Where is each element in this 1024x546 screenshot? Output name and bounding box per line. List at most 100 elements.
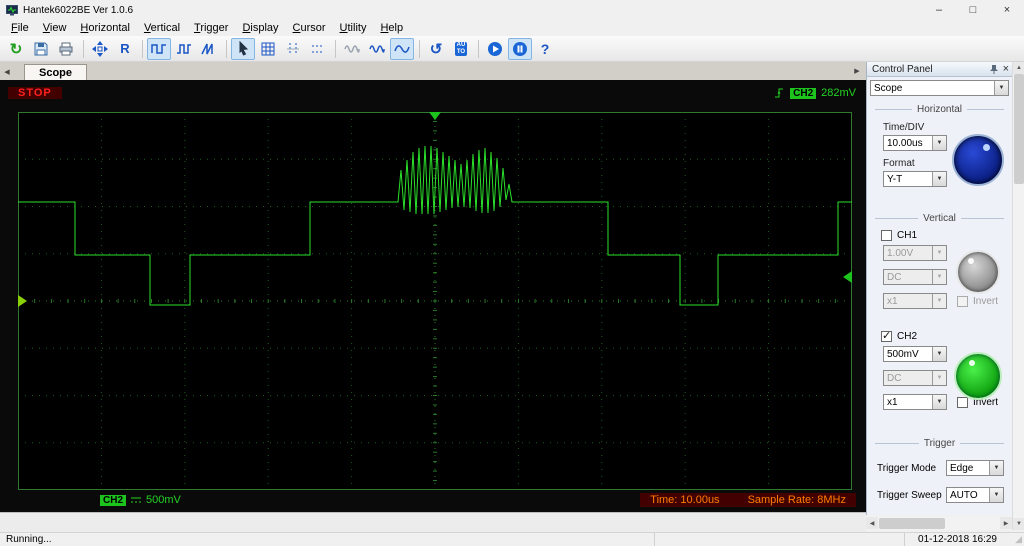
status-text: Running... <box>6 534 52 545</box>
ch2-probe-select[interactable]: x1 <box>883 394 947 410</box>
trigger-level-value: 282mV <box>821 87 856 99</box>
save-icon[interactable] <box>29 38 53 60</box>
scroll-left-icon[interactable]: ◀ <box>866 517 878 529</box>
panel-horizontal-scrollbar[interactable]: ◀ ▶ <box>866 516 1012 530</box>
trigger-sweep-select[interactable]: AUTO <box>946 487 1004 503</box>
ch2-coupling-select[interactable]: DC <box>883 370 947 386</box>
auto-setup-icon[interactable]: AUTO <box>449 38 473 60</box>
scroll-down-icon[interactable]: ▼ <box>1013 518 1024 530</box>
ch2-label: CH2 <box>897 331 918 342</box>
ramp-wave-icon[interactable] <box>197 38 221 60</box>
tab-scroll-left-icon[interactable]: ◀ <box>0 64 14 80</box>
undo-icon[interactable]: ↺ <box>424 38 448 60</box>
scope-header: STOP CH2 282mV <box>8 85 856 101</box>
maximize-button[interactable]: □ <box>956 0 990 20</box>
menu-display[interactable]: Display <box>235 21 285 35</box>
scroll-right-icon[interactable]: ▶ <box>1000 517 1012 529</box>
menu-help[interactable]: Help <box>373 21 410 35</box>
pulse-wave-icon[interactable] <box>172 38 196 60</box>
ch2-enable-checkbox[interactable] <box>881 329 892 342</box>
format-select[interactable]: Y-T <box>883 171 947 187</box>
toolbar-separator <box>419 39 420 58</box>
channel-volts-per-div: 500mV <box>146 494 181 506</box>
window-title: Hantek6022BE Ver 1.0.6 <box>23 4 134 16</box>
sine-wave-alt-icon[interactable] <box>390 37 414 60</box>
status-cell <box>654 533 904 546</box>
menu-horizontal[interactable]: Horizontal <box>73 21 137 35</box>
panel-mode-select[interactable]: Scope <box>870 80 1009 96</box>
scope-display-area: STOP CH2 282mV CH2 500mV Time: 10.00us S… <box>0 80 866 512</box>
sample-rate: Sample Rate: 8MHz <box>747 494 846 506</box>
cursor-arrow-icon[interactable] <box>231 37 255 60</box>
ch2-volts-select[interactable]: 500mV <box>883 346 947 362</box>
horizontal-section-title: Horizontal <box>875 104 1004 115</box>
pin-icon[interactable] <box>989 64 999 75</box>
ch2-invert-checkbox[interactable] <box>957 396 968 408</box>
menu-view[interactable]: View <box>36 21 74 35</box>
ch1-coupling-select[interactable]: DC <box>883 269 947 285</box>
square-wave-icon[interactable] <box>147 37 171 60</box>
menu-utility[interactable]: Utility <box>333 21 374 35</box>
channel-badge: CH2 <box>100 494 127 506</box>
ch2-position-knob[interactable] <box>954 352 1002 400</box>
app-window: Hantek6022BE Ver 1.0.6 – □ × File View H… <box>0 0 1024 546</box>
fit-screen-icon[interactable] <box>88 38 112 60</box>
trigger-mode-label: Trigger Mode <box>877 462 937 474</box>
dropdown-arrow-icon <box>932 395 946 409</box>
minimize-button[interactable]: – <box>922 0 956 20</box>
ch1-enable-checkbox[interactable] <box>881 230 892 241</box>
trigger-channel-badge: CH2 <box>790 87 817 99</box>
dropdown-arrow-icon <box>989 488 1003 502</box>
trigger-section-title: Trigger <box>875 438 1004 449</box>
ch1-probe-select[interactable]: x1 <box>883 293 947 309</box>
dropdown-arrow-icon <box>994 81 1008 95</box>
menu-file[interactable]: File <box>4 21 36 35</box>
vertical-cursors-icon[interactable] <box>281 38 305 60</box>
print-icon[interactable] <box>54 38 78 60</box>
menu-vertical[interactable]: Vertical <box>137 21 187 35</box>
horizontal-knob[interactable] <box>952 134 1004 186</box>
wave-dim-icon[interactable] <box>340 38 364 60</box>
dropdown-arrow-icon <box>989 461 1003 475</box>
pause-icon[interactable] <box>508 37 532 60</box>
grid-icon[interactable] <box>256 38 280 60</box>
time-div-select[interactable]: 10.00us <box>883 135 947 151</box>
reference-wave-icon[interactable]: R <box>113 38 137 60</box>
panel-vertical-scrollbar[interactable]: ▲ ▼ <box>1012 62 1024 530</box>
scroll-up-icon[interactable]: ▲ <box>1013 62 1024 74</box>
ch1-position-knob[interactable] <box>956 250 1000 294</box>
vertical-scroll-thumb[interactable] <box>1014 74 1024 184</box>
control-panel-title: Control Panel <box>872 63 933 75</box>
scope-screen[interactable] <box>18 112 852 490</box>
ch1-volts-select[interactable]: 1.00V <box>883 245 947 261</box>
ch1-invert-checkbox[interactable] <box>957 295 968 307</box>
status-datetime: 01-12-2018 16:29 <box>904 533 1010 546</box>
toolbar-separator <box>226 39 227 58</box>
waveform-plot[interactable] <box>18 112 852 490</box>
toolbar-separator <box>142 39 143 58</box>
horizontal-scroll-thumb[interactable] <box>879 517 945 529</box>
menu-cursor[interactable]: Cursor <box>286 21 333 35</box>
tab-scope[interactable]: Scope <box>24 64 88 80</box>
dropdown-arrow-icon <box>932 371 946 385</box>
run-play-icon[interactable] <box>483 38 507 60</box>
trigger-sweep-label: Trigger Sweep <box>877 489 942 501</box>
dropdown-arrow-icon <box>932 270 946 284</box>
dropdown-arrow-icon <box>932 172 946 186</box>
menu-trigger[interactable]: Trigger <box>187 21 235 35</box>
acquire-refresh-icon[interactable]: ↻ <box>4 38 28 60</box>
app-icon <box>6 4 18 16</box>
toolbar-separator <box>478 39 479 58</box>
scope-footer: CH2 500mV Time: 10.00us Sample Rate: 8MH… <box>18 492 856 508</box>
tab-scroll-right-icon[interactable]: ▶ <box>850 63 864 79</box>
horizontal-cursors-icon[interactable] <box>306 38 330 60</box>
help-icon[interactable]: ? <box>533 38 557 60</box>
dropdown-arrow-icon <box>932 347 946 361</box>
trigger-mode-select[interactable]: Edge <box>946 460 1004 476</box>
panel-close-icon[interactable]: × <box>1003 63 1009 75</box>
dc-coupling-icon <box>131 497 142 503</box>
sine-wave-icon[interactable] <box>365 38 389 60</box>
toolbar-separator <box>335 39 336 58</box>
dropdown-arrow-icon <box>932 246 946 260</box>
close-button[interactable]: × <box>990 0 1024 20</box>
